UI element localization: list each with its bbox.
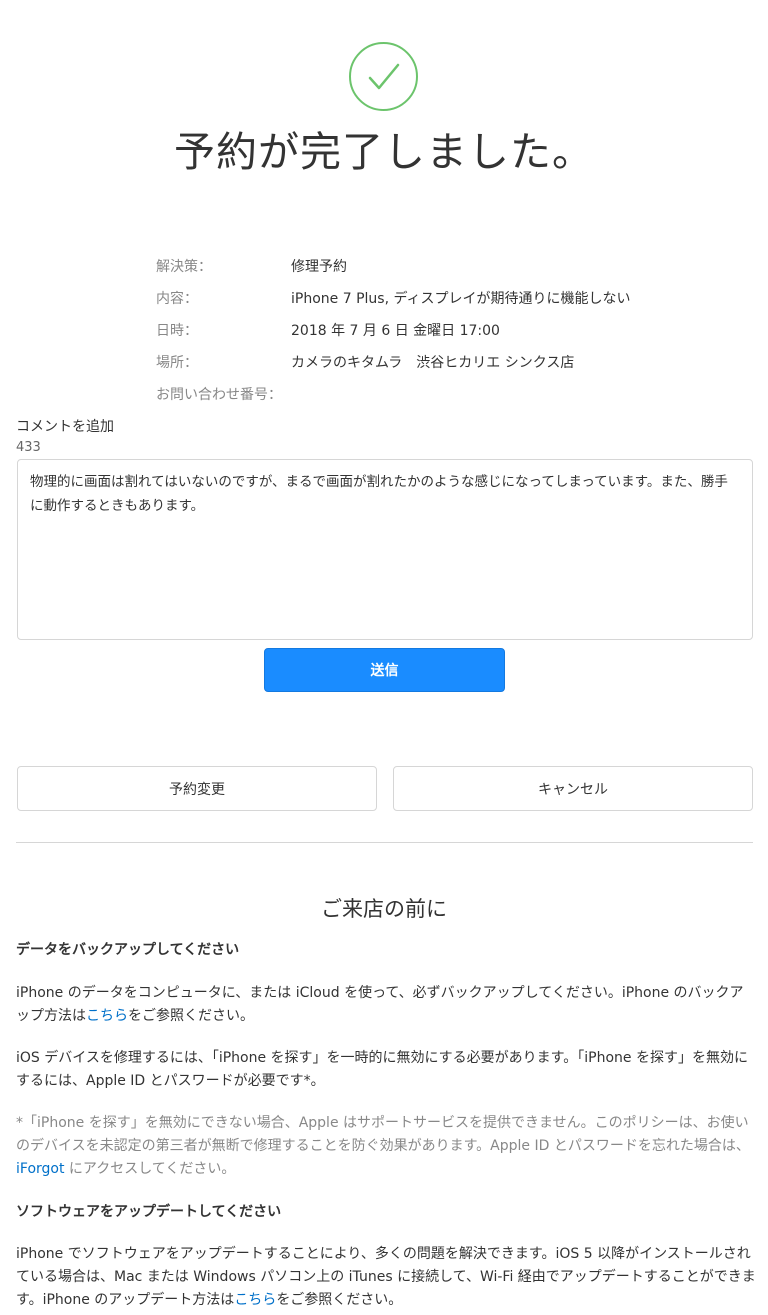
note-paragraph: *「iPhone を探す」を無効にできない場合、Apple はサポートサービスを… — [16, 1112, 756, 1181]
cancel-reservation-button[interactable]: キャンセル — [393, 766, 753, 811]
software-link[interactable]: こちら — [234, 1292, 276, 1308]
detail-label: 場所： — [156, 355, 198, 371]
detail-row-solution: 解決策： 修理予約 — [156, 250, 716, 282]
detail-row-location: 場所： カメラのキタムラ 渋谷ヒカリエ シンクス店 — [156, 346, 716, 378]
section-divider — [16, 842, 753, 843]
submit-button[interactable]: 送信 — [264, 648, 505, 692]
software-heading: ソフトウェアをアップデートしてください — [16, 1204, 282, 1220]
comment-label: コメントを追加 — [16, 419, 114, 435]
char-count: 433 — [16, 440, 41, 455]
software-after: をご参照ください。 — [276, 1292, 403, 1308]
change-reservation-button[interactable]: 予約変更 — [17, 766, 377, 811]
detail-label: 日時： — [156, 323, 198, 339]
detail-row-datetime: 日時： 2018 年 7 月 6 日 金曜日 17:00 — [156, 314, 716, 346]
backup-heading: データをバックアップしてください — [16, 942, 240, 958]
detail-value: 修理予約 — [291, 259, 347, 275]
reservation-details: 解決策： 修理予約 内容： iPhone 7 Plus, ディスプレイが期待通り… — [156, 250, 716, 410]
detail-value: カメラのキタムラ 渋谷ヒカリエ シンクス店 — [291, 355, 575, 371]
page-title: 予約が完了しました。 — [174, 128, 594, 176]
detail-label: 内容： — [156, 291, 198, 307]
backup-after: をご参照ください。 — [128, 1008, 254, 1024]
detail-value: iPhone 7 Plus, ディスプレイが期待通りに機能しない — [291, 291, 631, 307]
detail-row-content: 内容： iPhone 7 Plus, ディスプレイが期待通りに機能しない — [156, 282, 716, 314]
backup-link[interactable]: こちら — [86, 1008, 128, 1024]
before-visit-title: ご来店の前に — [321, 897, 447, 921]
iforgot-link[interactable]: iForgot — [16, 1161, 64, 1177]
checkmark-circle-icon — [348, 41, 419, 112]
software-paragraph: iPhone でソフトウェアをアップデートすることにより、多くの問題を解決できま… — [16, 1243, 756, 1312]
detail-label: お問い合わせ番号： — [156, 387, 282, 403]
comment-textarea[interactable]: 物理的に画面は割れてはいないのですが、まるで画面が割れたかのような感じになってし… — [17, 459, 753, 640]
backup-paragraph: iPhone のデータをコンピュータに、または iCloud を使って、必ずバッ… — [16, 982, 756, 1028]
note-text: *「iPhone を探す」を無効にできない場合、Apple はサポートサービスを… — [16, 1115, 750, 1154]
detail-row-inquiry-number: お問い合わせ番号： — [156, 378, 716, 410]
find-iphone-paragraph: iOS デバイスを修理するには、「iPhone を探す」を一時的に無効にする必要… — [16, 1050, 748, 1089]
detail-label: 解決策： — [156, 259, 212, 275]
detail-value: 2018 年 7 月 6 日 金曜日 17:00 — [291, 323, 500, 339]
note-after: にアクセスしてください。 — [64, 1161, 236, 1177]
